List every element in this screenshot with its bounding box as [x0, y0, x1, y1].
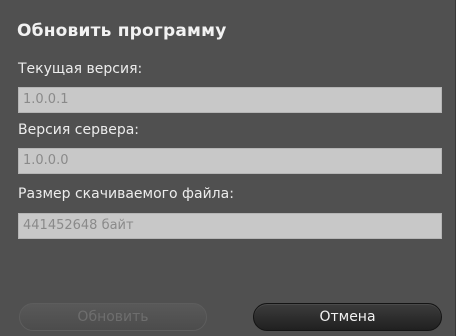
update-button[interactable]: Обновить [19, 303, 207, 331]
server-version-label: Версия сервера: [18, 122, 140, 138]
current-version-label: Текущая версия: [18, 61, 143, 77]
dialog-title: Обновить программу [17, 21, 227, 41]
cancel-button[interactable]: Отмена [253, 303, 442, 331]
update-dialog: Обновить программу Текущая версия: 1.0.0… [0, 0, 456, 336]
server-version-field: 1.0.0.0 [18, 148, 442, 174]
download-size-field: 441452648 байт [18, 213, 442, 239]
download-size-label: Размер скачиваемого файла: [18, 186, 234, 202]
current-version-field: 1.0.0.1 [18, 87, 442, 113]
